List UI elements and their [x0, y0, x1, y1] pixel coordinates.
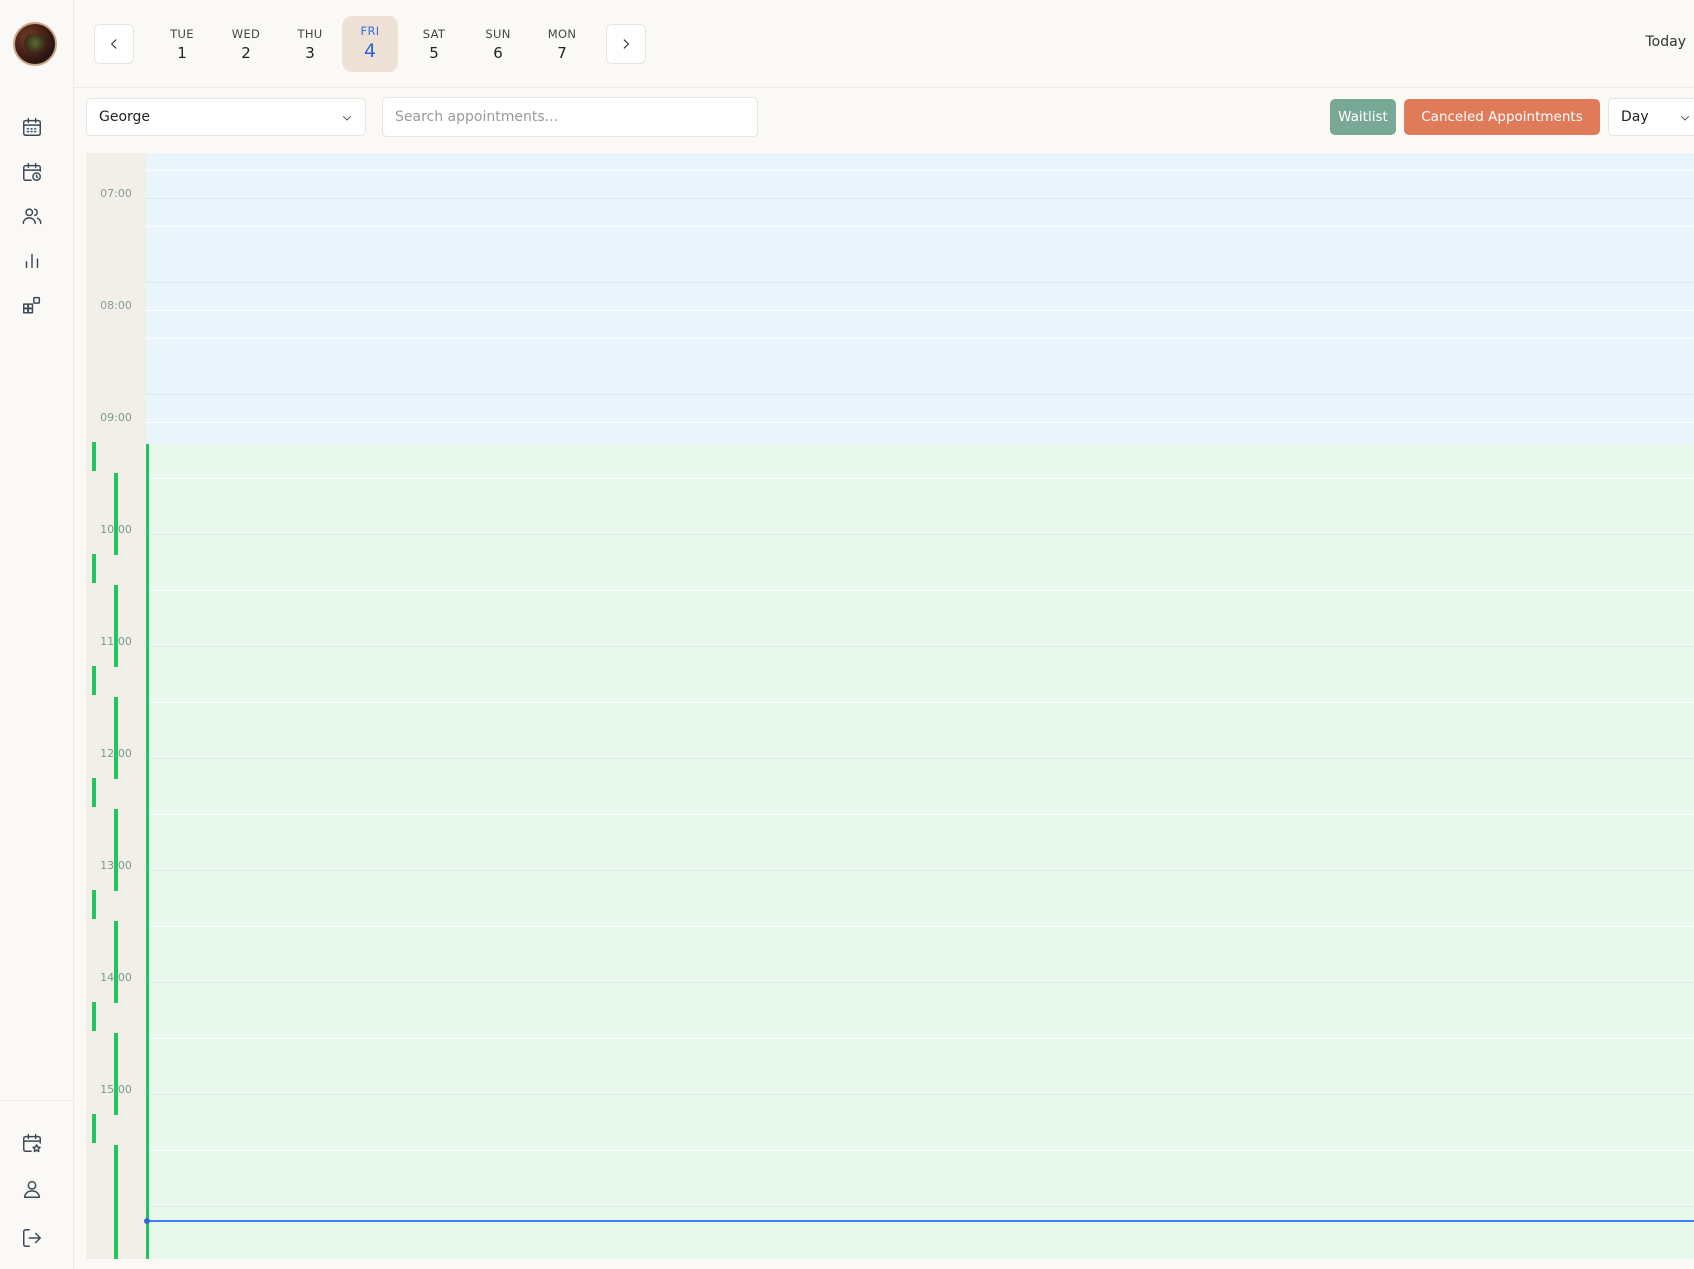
- availability-start-line: [146, 444, 149, 1259]
- day-tue[interactable]: TUE 1: [154, 16, 210, 72]
- hour-line: [146, 282, 1694, 283]
- hour-line: [146, 870, 1694, 871]
- day-wed[interactable]: WED 2: [218, 16, 274, 72]
- view-mode-select[interactable]: Day: [1608, 98, 1694, 136]
- availability-tick: [92, 442, 96, 471]
- availability-tick: [92, 890, 96, 919]
- users-icon[interactable]: [20, 204, 44, 228]
- calendar-star-icon[interactable]: [20, 1131, 44, 1155]
- availability-tick: [92, 1002, 96, 1031]
- day-fri-selected[interactable]: FRI 4: [342, 16, 398, 72]
- availability-bar: [114, 697, 118, 779]
- staff-select[interactable]: George: [86, 98, 366, 136]
- current-time-dot: [144, 1218, 150, 1224]
- slot-line: [146, 310, 1694, 311]
- slot-line: [146, 226, 1694, 227]
- hour-line: [146, 1206, 1694, 1207]
- avatar[interactable]: [13, 22, 57, 66]
- hour-line: [146, 758, 1694, 759]
- day-number: 7: [557, 44, 567, 62]
- bar-chart-icon[interactable]: [20, 248, 44, 272]
- day-name: SUN: [485, 27, 511, 41]
- slot-line: [146, 1038, 1694, 1039]
- slot-line: [146, 1150, 1694, 1151]
- day-calendar-grid[interactable]: 07:00 08:00 09:00 10:00 11:00 12:00 13:0…: [86, 153, 1694, 1259]
- hour-line: [146, 198, 1694, 199]
- sidebar: [0, 0, 74, 1269]
- hour-line: [146, 982, 1694, 983]
- unavailable-time-block[interactable]: [146, 153, 1694, 444]
- slot-line: [146, 926, 1694, 927]
- day-thu[interactable]: THU 3: [282, 16, 338, 72]
- time-label: 08:00: [100, 299, 132, 312]
- day-number: 4: [363, 40, 377, 62]
- next-week-button[interactable]: [606, 24, 646, 64]
- day-number: 3: [305, 44, 315, 62]
- day-name: TUE: [170, 27, 194, 41]
- availability-bar: [114, 1145, 118, 1259]
- search-input[interactable]: [382, 97, 758, 137]
- current-time-indicator: [146, 1220, 1694, 1222]
- availability-tick: [92, 1114, 96, 1143]
- week-navigation-bar: TUE 1 WED 2 THU 3 FRI 4 SAT 5 SUN 6 MON …: [74, 0, 1694, 88]
- day-name: FRI: [360, 24, 380, 38]
- chevron-left-icon: [111, 39, 117, 49]
- day-name: WED: [231, 27, 261, 41]
- canceled-appointments-button[interactable]: Canceled Appointments: [1404, 99, 1600, 135]
- hour-line: [146, 394, 1694, 395]
- availability-bar: [114, 921, 118, 1003]
- slot-line: [146, 814, 1694, 815]
- day-mon[interactable]: MON 7: [534, 16, 590, 72]
- staff-select-value: George: [99, 109, 151, 125]
- slot-line: [146, 170, 1694, 171]
- calendar-clock-icon[interactable]: [20, 160, 44, 184]
- availability-bar: [114, 473, 118, 555]
- slot-line: [146, 702, 1694, 703]
- previous-week-button[interactable]: [94, 24, 134, 64]
- day-sun[interactable]: SUN 6: [470, 16, 526, 72]
- availability-tick: [92, 778, 96, 807]
- waitlist-button[interactable]: Waitlist: [1330, 99, 1396, 135]
- day-name: SAT: [422, 27, 446, 41]
- view-mode-value: Day: [1621, 109, 1649, 125]
- day-sat[interactable]: SAT 5: [406, 16, 462, 72]
- availability-tick: [92, 554, 96, 583]
- availability-bar: [114, 809, 118, 891]
- widgets-icon[interactable]: [20, 293, 44, 317]
- availability-bar: [114, 1033, 118, 1115]
- slot-line: [146, 338, 1694, 339]
- chevron-down-icon: [1681, 116, 1689, 121]
- time-label: 09:00: [100, 411, 132, 424]
- hour-line: [146, 1094, 1694, 1095]
- today-button[interactable]: Today: [1646, 34, 1687, 50]
- chevron-down-icon: [343, 116, 351, 121]
- slot-line: [146, 590, 1694, 591]
- slot-line: [146, 422, 1694, 423]
- day-number: 6: [493, 44, 503, 62]
- day-number: 5: [429, 44, 439, 62]
- sidebar-divider: [0, 1100, 74, 1101]
- time-label: 07:00: [100, 187, 132, 200]
- availability-bar: [114, 585, 118, 667]
- calendar-icon[interactable]: [20, 115, 44, 139]
- user-icon[interactable]: [20, 1177, 44, 1201]
- available-time-block[interactable]: [146, 444, 1694, 1259]
- chevron-right-icon: [623, 39, 629, 49]
- day-number: 2: [241, 44, 251, 62]
- logout-icon[interactable]: [20, 1226, 44, 1250]
- day-name: MON: [547, 27, 577, 41]
- hour-line: [146, 534, 1694, 535]
- day-number: 1: [177, 44, 187, 62]
- hour-line: [146, 646, 1694, 647]
- slot-line: [146, 478, 1694, 479]
- availability-tick: [92, 666, 96, 695]
- day-name: THU: [297, 27, 323, 41]
